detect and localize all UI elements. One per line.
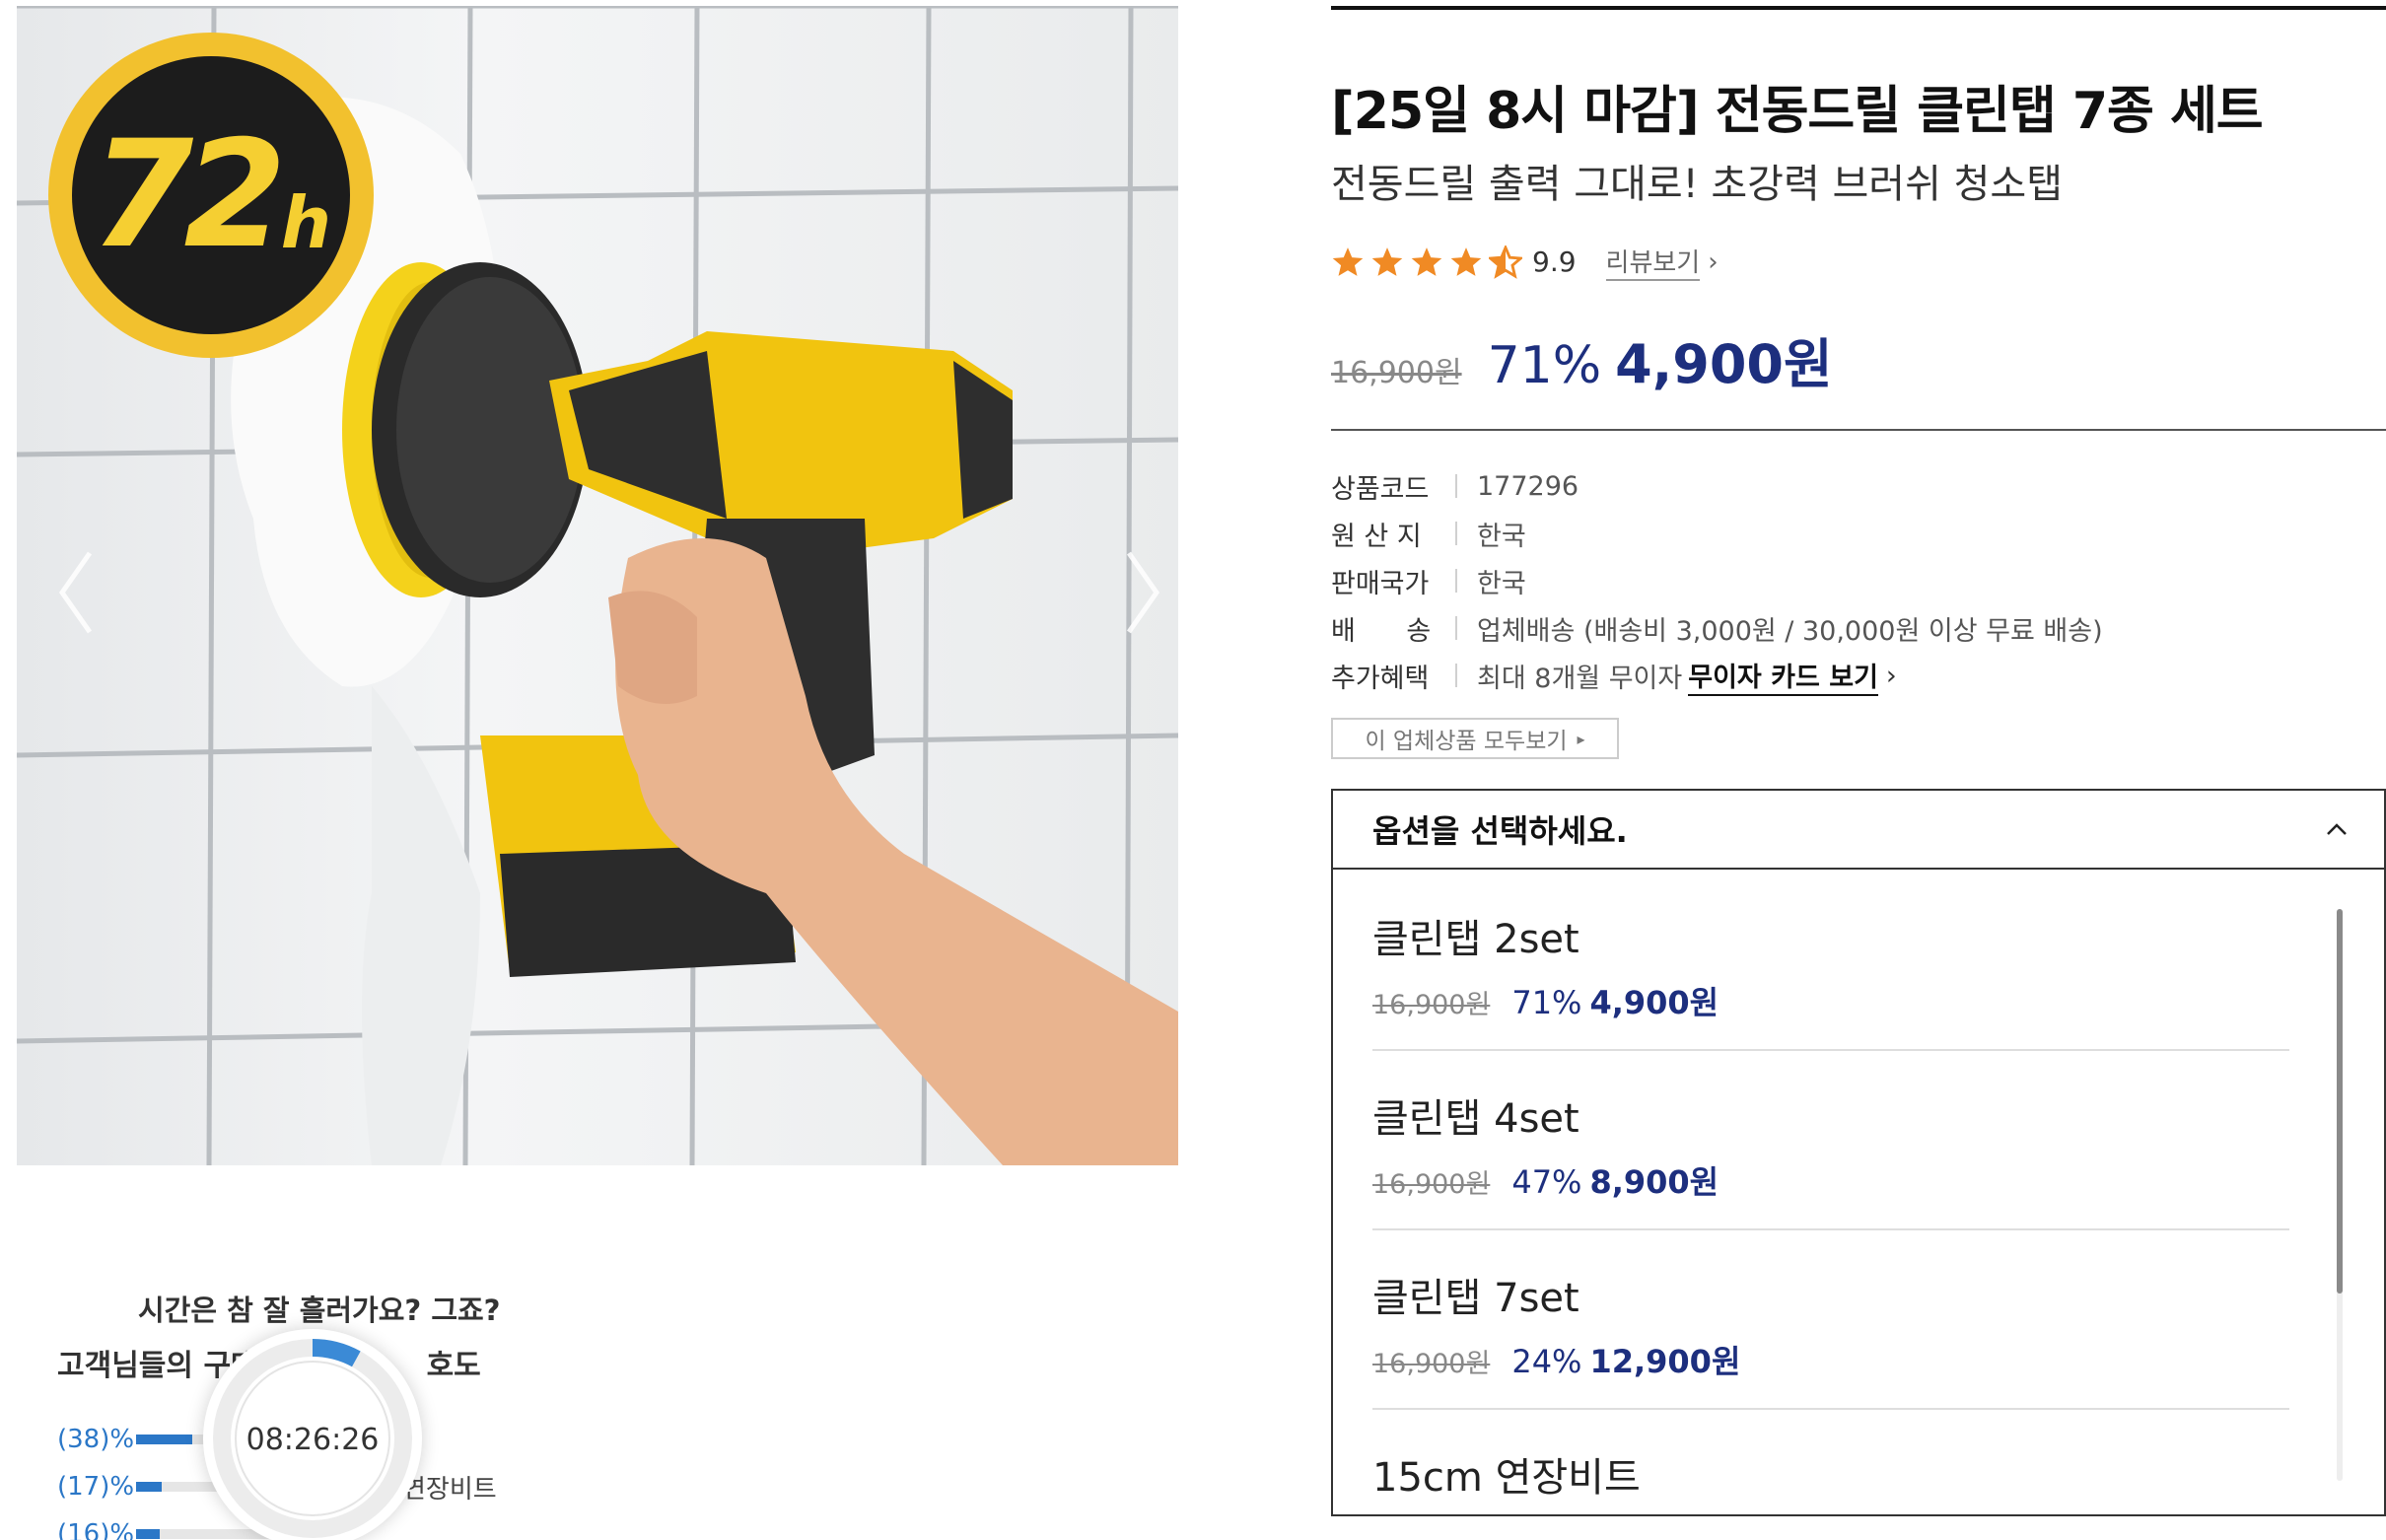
info-label: 추가혜택 xyxy=(1331,663,1430,694)
info-row-code: 상품코드 177296 xyxy=(1331,466,1579,506)
discount-percent: 71% xyxy=(1487,336,1602,395)
badge-unit: h xyxy=(280,181,331,264)
chevron-right-icon: › xyxy=(1708,246,1719,277)
info-label: 배 송 xyxy=(1331,615,1432,647)
info-row-origin: 원 산 지 한국 xyxy=(1331,514,1526,553)
info-separator xyxy=(1455,474,1457,498)
option-discount: 71% xyxy=(1511,984,1582,1021)
option-sale-price: 4,900원 xyxy=(1589,984,1719,1021)
gallery-prev-button[interactable] xyxy=(46,538,105,647)
product-subtitle: 전동드릴 출력 그대로! 초강력 브러쉬 청소탭 xyxy=(1331,162,2064,207)
countdown-timer: 08:26:26 xyxy=(203,1329,422,1540)
original-price: 16,900원 xyxy=(1331,356,1462,390)
info-value: 한국 xyxy=(1477,521,1526,552)
option-list[interactable]: 클린탭 2set 16,900원 71% 4,900원 클린탭 4set 16,… xyxy=(1372,872,2289,1512)
rating-score: 9.9 xyxy=(1532,245,1577,278)
option-selector: 옵션을 선택하세요. 클린탭 2set 16,900원 71% 4,900원 클… xyxy=(1331,789,2386,1516)
star-half-icon xyxy=(1489,245,1522,279)
subtitle-end: 호도 xyxy=(426,1349,481,1383)
info-label: 상품코드 xyxy=(1331,473,1430,505)
info-separator xyxy=(1455,616,1457,640)
option-item[interactable]: 15cm 연장비트 xyxy=(1372,1410,2289,1512)
option-original-price: 16,900원 xyxy=(1372,990,1491,1020)
option-name: 클린탭 7set xyxy=(1372,1276,1579,1321)
option-item[interactable]: 클린탭 2set 16,900원 71% 4,900원 xyxy=(1372,872,2289,1051)
stat-value: (17)% xyxy=(57,1472,135,1502)
option-item[interactable]: 클린탭 7set 16,900원 24% 12,900원 xyxy=(1372,1230,2289,1410)
info-label: 원 산 지 xyxy=(1331,521,1422,552)
chevron-right-icon: › xyxy=(1885,660,1897,691)
info-value: 177296 xyxy=(1477,470,1579,502)
vendor-products-label: 이 업체상품 모두보기 xyxy=(1365,729,1568,754)
option-price: 16,900원 47% 8,900원 xyxy=(1372,1157,2289,1203)
option-original-price: 16,900원 xyxy=(1372,1349,1491,1379)
gallery-next-button[interactable] xyxy=(1113,538,1172,647)
option-name: 클린탭 2set xyxy=(1372,917,1579,962)
option-discount: 47% xyxy=(1511,1163,1582,1201)
top-divider xyxy=(1331,6,2386,10)
badge-inner: 72 h xyxy=(72,56,350,334)
72h-badge: 72 h xyxy=(48,33,374,358)
rating-row: 9.9 리뷰보기 › xyxy=(1331,243,1719,281)
option-sale-price: 12,900원 xyxy=(1589,1343,1741,1380)
timer-text: 08:26:26 xyxy=(246,1423,380,1457)
info-value: 최대 8개월 무이자 xyxy=(1477,663,1683,694)
info-row-country: 판매국가 한국 xyxy=(1331,561,1526,600)
product-title: [25일 8시 마감] 전동드릴 클린탭 7종 세트 xyxy=(1331,82,2264,141)
info-separator xyxy=(1455,664,1457,687)
stat-bar-fill xyxy=(136,1482,162,1492)
option-selector-header[interactable]: 옵션을 선택하세요. xyxy=(1333,791,2384,870)
option-price: 16,900원 71% 4,900원 xyxy=(1372,978,2289,1023)
info-separator xyxy=(1455,569,1457,593)
option-scrollbar-thumb[interactable] xyxy=(2337,909,2343,1294)
option-discount: 24% xyxy=(1511,1343,1582,1380)
stat-value: (38)% xyxy=(57,1425,135,1454)
option-price: 16,900원 24% 12,900원 xyxy=(1372,1337,2289,1382)
option-item[interactable]: 클린탭 4set 16,900원 47% 8,900원 xyxy=(1372,1051,2289,1230)
stat-bar-fill xyxy=(136,1529,160,1539)
info-separator xyxy=(1455,522,1457,545)
option-scrollbar[interactable] xyxy=(2337,909,2343,1481)
purchase-widget-title: 시간은 참 잘 흘러가요? 그죠? xyxy=(138,1294,501,1327)
info-value: 한국 xyxy=(1477,568,1526,599)
option-name: 클린탭 4set xyxy=(1372,1096,1579,1142)
info-row-benefit: 추가혜택 최대 8개월 무이자 무이자 카드 보기 › xyxy=(1331,656,1897,696)
badge-number: 72 xyxy=(90,109,287,281)
option-original-price: 16,900원 xyxy=(1372,1169,1491,1200)
caret-right-icon: ▸ xyxy=(1577,729,1585,748)
star-full-icon xyxy=(1450,246,1482,276)
stat-bar-fill xyxy=(136,1435,192,1444)
stat-value: (16)% xyxy=(57,1519,135,1540)
option-name: 15cm 연장비트 xyxy=(1372,1455,1641,1501)
star-full-icon xyxy=(1411,246,1442,276)
star-full-icon xyxy=(1371,246,1403,276)
option-sale-price: 8,900원 xyxy=(1589,1163,1719,1201)
product-image: 72 h xyxy=(17,6,1178,1165)
option-selector-label: 옵션을 선택하세요. xyxy=(1372,812,1628,850)
info-label: 판매국가 xyxy=(1331,568,1430,599)
review-link[interactable]: 리뷰보기 xyxy=(1605,243,1701,281)
vendor-products-button[interactable]: 이 업체상품 모두보기 ▸ xyxy=(1331,718,1619,759)
chevron-right-icon xyxy=(1126,551,1160,634)
star-full-icon xyxy=(1332,246,1364,276)
interest-free-card-link[interactable]: 무이자 카드 보기 xyxy=(1688,656,1878,696)
info-row-shipping: 배 송 업체배송 (배송비 3,000원 / 30,000원 이상 무료 배송) xyxy=(1331,608,2103,648)
sale-price: 4,900원 xyxy=(1615,333,1833,395)
info-value: 업체배송 (배송비 3,000원 / 30,000원 이상 무료 배송) xyxy=(1477,615,2103,647)
price-row: 16,900원 71% 4,900원 xyxy=(1331,320,1833,398)
price-divider xyxy=(1331,429,2386,431)
chevron-up-icon xyxy=(2327,823,2347,835)
chevron-left-icon xyxy=(58,551,93,634)
